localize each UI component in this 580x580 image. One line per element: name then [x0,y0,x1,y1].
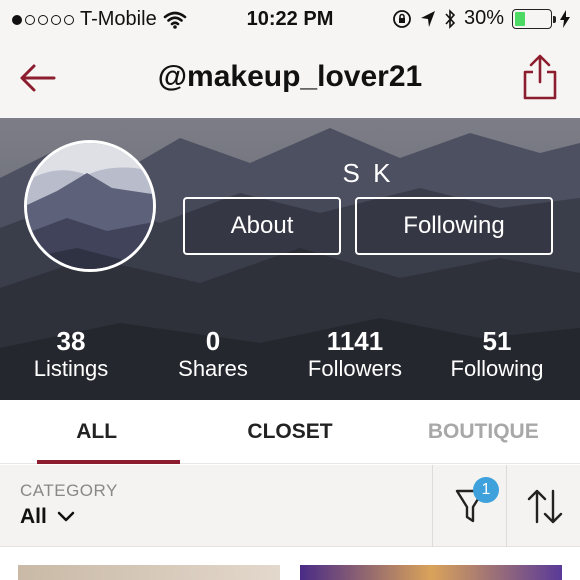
share-icon [523,54,557,100]
share-button[interactable] [520,52,560,102]
stat-label: Listings [33,356,109,381]
listings-grid [0,547,580,580]
tab-boutique[interactable]: BOUTIQUE [387,400,580,463]
rotation-lock-icon [393,9,411,28]
tab-closet[interactable]: CLOSET [193,400,386,463]
chevron-down-icon [57,511,75,522]
page-title: @makeup_lover21 [157,60,423,93]
stat-label: Following [450,356,544,381]
stat-value: 0 [205,326,221,356]
filter-count-badge: 1 [473,477,499,503]
filter-bar: CATEGORY All 1 [0,465,580,547]
tab-all[interactable]: ALL [0,400,193,464]
back-button[interactable] [16,58,60,98]
stat-following[interactable]: 51 Following [426,326,568,382]
listing-thumbnail[interactable] [18,565,280,580]
stat-value: 51 [482,326,512,356]
display-name: S K [342,158,394,188]
back-arrow-icon [20,64,56,92]
sort-button[interactable] [506,465,580,547]
avatar[interactable] [24,140,156,272]
bluetooth-icon [445,8,456,29]
status-bar: T-Mobile 10:22 PM 30% [0,0,580,40]
filter-button[interactable]: 1 [432,465,506,547]
stat-value: 38 [56,326,86,356]
battery-icon [512,8,556,29]
location-arrow-icon [420,10,435,27]
profile-stats: 38 Listings 0 Shares 1141 Followers 51 F… [0,326,580,382]
nav-bar: @makeup_lover21 [0,40,580,118]
closet-tabs: ALL CLOSET BOUTIQUE [0,400,580,464]
profile-header: S K About Following 38 Listings 0 Shares… [0,118,580,400]
about-button[interactable]: About [183,197,341,255]
category-value: All [20,505,47,528]
sort-arrows-icon [527,489,563,524]
filter-funnel-icon [455,489,485,523]
stat-label: Followers [307,356,403,381]
stat-value: 1141 [326,326,384,356]
stat-listings[interactable]: 38 Listings [0,326,142,382]
stat-label: Shares [178,356,248,381]
stat-shares[interactable]: 0 Shares [142,326,284,382]
category-dropdown[interactable]: All [20,505,75,529]
stat-followers[interactable]: 1141 Followers [284,326,426,382]
following-button[interactable]: Following [355,197,553,255]
charging-bolt-icon [560,9,570,28]
category-label: CATEGORY [20,481,118,500]
listing-thumbnail[interactable] [300,565,562,580]
battery-percent: 30% [463,7,504,29]
avatar-image [27,143,153,269]
status-right: 30% [392,7,570,30]
